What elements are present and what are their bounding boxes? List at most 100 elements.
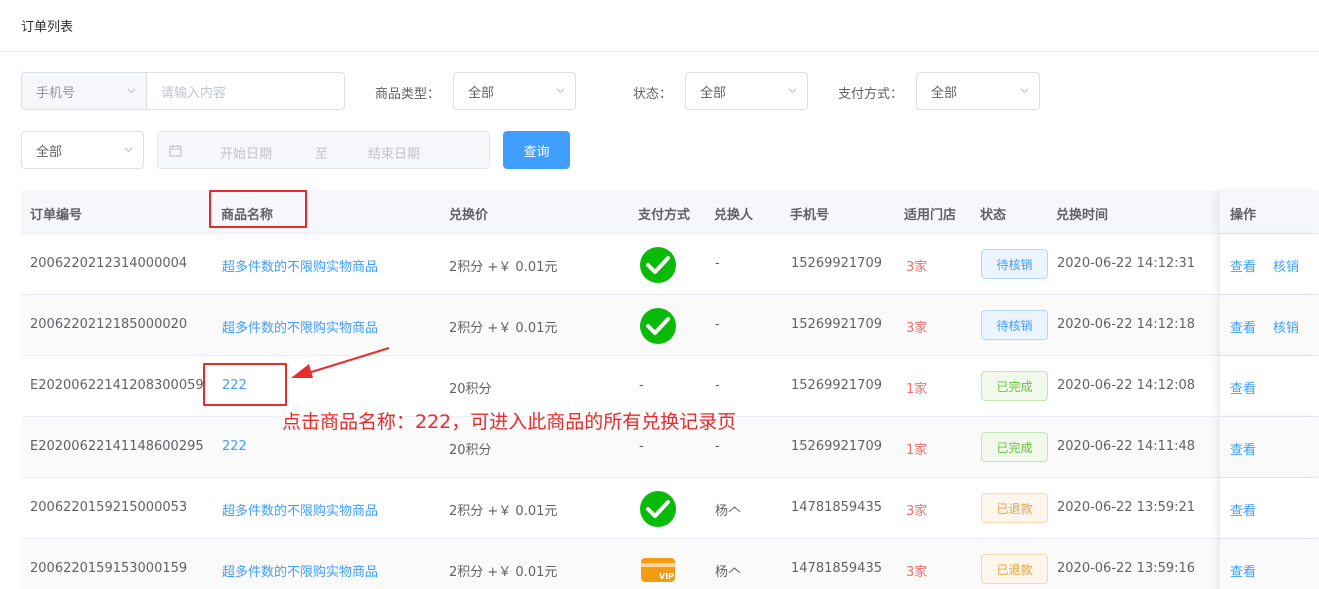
price-cell: 2积分 +￥ 0.01元 [449, 260, 558, 275]
fixed-actions-cell: 查看 [1219, 539, 1319, 589]
start-date-input[interactable]: 开始日期 [220, 143, 272, 162]
status-select[interactable]: 全部 [685, 72, 808, 110]
fixed-actions-header: 操作 [1219, 190, 1319, 233]
time-cell: 2020-06-22 13:59:16 [1057, 561, 1196, 576]
chevron-down-icon [788, 88, 797, 94]
annotation-arrow-icon [291, 347, 390, 378]
search-type-select[interactable]: 手机号 [21, 72, 147, 110]
order-no-cell: E20200622141148600295 [30, 439, 204, 454]
chevron-down-icon [124, 147, 133, 153]
product-name-link[interactable]: 超多件数的不限购实物商品 [222, 256, 378, 275]
store-select[interactable]: 全部 [21, 131, 144, 169]
annotation-text: 点击商品名称：222，可进入此商品的所有兑换记录页 [282, 411, 737, 433]
order-no-cell: 2006220212314000004 [30, 256, 188, 271]
th-pay-method: 支付方式 [638, 208, 691, 223]
table-row: 2006220212314000004 超多件数的不限购实物商品 2积分 +￥ 0.… [21, 234, 1319, 295]
verify-link[interactable]: 核销 [1273, 256, 1299, 275]
status-label: 状态： [633, 87, 673, 102]
end-date-input[interactable]: 结束日期 [368, 143, 420, 162]
chevron-down-icon [556, 88, 565, 94]
stores-link[interactable]: 1家 [906, 439, 927, 458]
order-no-cell: 2006220212185000020 [30, 317, 188, 332]
pay-method-label: 支付方式： [838, 87, 904, 102]
product-type-select[interactable]: 全部 [453, 72, 576, 110]
table-row: 2006220212185000020 超多件数的不限购实物商品 2积分 +￥ 0.… [21, 295, 1319, 356]
price-cell: 2积分 +￥ 0.01元 [449, 321, 558, 336]
time-cell: 2020-06-22 14:12:31 [1057, 256, 1196, 271]
th-price: 兑换价 [449, 208, 489, 223]
view-link[interactable]: 查看 [1230, 378, 1256, 397]
price-cell: 20积分 [449, 443, 492, 458]
redeemer-cell: - [715, 378, 720, 393]
phone-cell: 15269921709 [791, 317, 882, 332]
time-cell: 2020-06-22 14:12:08 [1057, 378, 1196, 393]
order-no-cell: E20200622141208300059 [30, 378, 204, 393]
view-link[interactable]: 查看 [1230, 561, 1256, 580]
stores-link[interactable]: 3家 [906, 500, 927, 519]
status-badge: 已退款 [981, 554, 1048, 584]
redeemer-cell: - [715, 256, 720, 271]
status-badge: 已完成 [981, 371, 1048, 401]
pay-method-cell: - [639, 439, 644, 454]
highlight-product-222 [203, 363, 287, 406]
fixed-actions-cell: 查看 [1219, 417, 1319, 477]
product-name-link[interactable]: 222 [222, 439, 247, 454]
page-title: 订单列表 [21, 20, 74, 35]
th-time: 兑换时间 [1056, 208, 1109, 223]
time-cell: 2020-06-22 14:12:18 [1057, 317, 1196, 332]
view-link[interactable]: 查看 [1230, 317, 1256, 336]
fixed-actions-cell: 查看 核销 [1219, 234, 1319, 294]
th-stores: 适用门店 [904, 208, 957, 223]
order-no-cell: 2006220159215000053 [30, 500, 188, 515]
view-link[interactable]: 查看 [1230, 256, 1256, 275]
view-link[interactable]: 查看 [1230, 500, 1256, 519]
search-input[interactable]: 请输入内容 [147, 72, 345, 110]
status-badge: 待核销 [981, 249, 1048, 279]
th-status: 状态 [980, 208, 1007, 223]
table-row: 2006220159153000159 超多件数的不限购实物商品 2积分 +￥ 0.… [21, 539, 1319, 589]
time-cell: 2020-06-22 14:11:48 [1057, 439, 1196, 454]
stores-link[interactable]: 3家 [906, 561, 927, 580]
th-order-no: 订单编号 [30, 208, 83, 223]
product-name-link[interactable]: 超多件数的不限购实物商品 [222, 500, 378, 519]
phone-cell: 14781859435 [791, 561, 882, 576]
chevron-down-icon [1020, 88, 1029, 94]
filter-row-1: 手机号 请输入内容 商品类型： 全部 状态： 全部 支付方式： 全部 [21, 72, 1311, 110]
status-badge: 待核销 [981, 310, 1048, 340]
stores-link[interactable]: 1家 [906, 378, 927, 397]
status-badge: 已完成 [981, 432, 1048, 462]
date-range-picker[interactable]: 开始日期 至 结束日期 [157, 131, 490, 169]
order-no-cell: 2006220159153000159 [30, 561, 188, 576]
product-type-label: 商品类型： [375, 87, 441, 102]
fixed-actions-cell: 查看 核销 [1219, 295, 1319, 355]
wechat-pay-icon [640, 308, 676, 344]
fixed-actions-cell: 查看 [1219, 478, 1319, 538]
price-cell: 2积分 +￥ 0.01元 [449, 565, 558, 580]
pay-method-cell: - [639, 378, 644, 393]
wechat-pay-icon [640, 491, 676, 527]
pay-method-select[interactable]: 全部 [916, 72, 1040, 110]
table-row: 2006220159215000053 超多件数的不限购实物商品 2积分 +￥ 0.… [21, 478, 1319, 539]
wechat-pay-icon [640, 247, 676, 283]
page-header: 订单列表 [0, 0, 1319, 52]
verify-link[interactable]: 核销 [1273, 317, 1299, 336]
filter-row-2: 全部 开始日期 至 结束日期 查询 [21, 131, 1311, 169]
calendar-icon [169, 144, 182, 157]
status-badge: 已退款 [981, 493, 1048, 523]
svg-text:VIP: VIP [659, 572, 674, 581]
stores-link[interactable]: 3家 [906, 256, 927, 275]
fixed-actions-cell: 查看 [1219, 356, 1319, 416]
th-phone: 手机号 [790, 208, 830, 223]
redeemer-cell: - [715, 317, 720, 332]
product-name-link[interactable]: 超多件数的不限购实物商品 [222, 317, 378, 336]
chevron-down-icon [127, 88, 136, 94]
product-name-link[interactable]: 超多件数的不限购实物商品 [222, 561, 378, 580]
stores-link[interactable]: 3家 [906, 317, 927, 336]
th-redeemer: 兑换人 [714, 208, 754, 223]
query-button[interactable]: 查询 [503, 131, 570, 169]
redeemer-cell: 杨𠆢 [715, 565, 742, 580]
view-link[interactable]: 查看 [1230, 439, 1256, 458]
price-cell: 20积分 [449, 382, 492, 397]
time-cell: 2020-06-22 13:59:21 [1057, 500, 1196, 515]
phone-cell: 15269921709 [791, 439, 882, 454]
